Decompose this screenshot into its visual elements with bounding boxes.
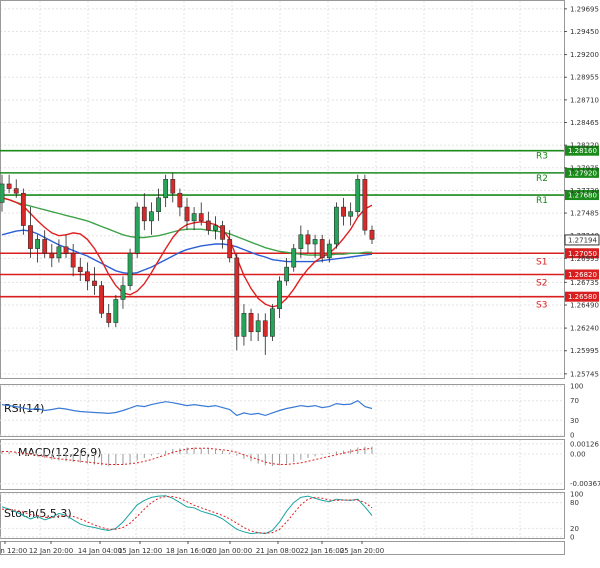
candle [241,304,247,346]
candle [20,188,26,235]
candle [99,280,104,318]
candle [56,239,62,263]
candle [49,244,55,268]
stoch-tick-label: 0 [570,534,574,542]
candle [120,276,126,309]
candle [70,244,76,277]
candle [85,262,90,291]
candle [156,188,161,221]
candle [255,313,261,342]
macd-label: MACD(12,26,9) [18,446,102,459]
price-tick-label: 1.26240 [570,325,599,333]
candle [163,174,169,208]
rsi-tick-label: 30 [570,417,579,425]
candle [334,202,339,249]
price-tick-label: 1.27975 [570,164,599,172]
candle [149,202,154,235]
price-tick-label: 1.28465 [570,119,599,127]
candlesticks [0,172,375,355]
level-name: R3 [536,152,548,162]
price-tick-label: 1.25995 [570,347,599,355]
current-price-label: 1.27194 [568,236,597,244]
candle [134,202,140,258]
time-tick-label: 20 Jan 00:00 [208,547,252,555]
rsi-tick-label: 70 [570,397,579,405]
level-value-label: 1.26820 [568,271,597,279]
level-name: R1 [536,196,548,206]
candle [234,253,240,351]
time-tick-label: 18 Jan 16:00 [166,547,210,555]
stoch-tick-label: 20 [570,525,579,533]
price-panel-frame [0,0,565,379]
candle [141,193,147,231]
candle [127,248,133,291]
price-tick-label: 1.26995 [570,255,599,263]
level-name: R2 [536,174,548,184]
candle [6,174,12,194]
candle [305,230,311,254]
rsi-line [1,399,373,417]
macd-tick-label: -0.00367 [570,480,600,488]
stoch-panel-frame [0,492,565,539]
time-tick-label: 14 Jan 04:00 [78,547,122,555]
price-tick-label: 1.25745 [570,370,599,378]
candle [205,211,211,235]
trading-chart: R31.28160R21.27920R11.27680S11.27050S21.… [0,0,600,555]
macd-panel: MACD(12,26,9) 0.00126 0.00 -0.00367 [0,440,600,488]
price-tick-label: 1.28710 [570,96,599,104]
candle [92,267,97,295]
candle [341,197,346,226]
macd-tick-label: 0.00126 [570,440,599,448]
time-axis: 11 Jan 12:0012 Jan 20:00 14 Jan 04:0015 J… [0,541,384,555]
candle [177,188,183,217]
candle [262,313,268,355]
pivot-levels: R31.28160R21.27920R11.27680S11.27050S21.… [0,145,599,311]
time-tick-label: 22 Jan 16:00 [300,547,344,555]
candle [170,172,176,203]
price-tick-label: 1.26490 [570,302,599,310]
candle [277,276,282,318]
time-tick-label: 12 Jan 20:00 [29,547,73,555]
candle [191,207,197,231]
price-tick-label: 1.29200 [570,51,599,59]
rsi-tick-label: 0 [570,432,574,440]
price-tick-label: 1.28955 [570,74,599,82]
rsi-tick-label: 100 [570,383,583,391]
candle [248,308,254,342]
level-value-label: 1.26580 [568,293,597,301]
price-tick-label: 1.29450 [570,28,599,36]
stoch-tick-label: 80 [570,499,579,507]
candle [113,294,119,328]
candle [362,174,368,235]
candle [63,234,69,258]
stoch-label: Stoch(5,5,3) [4,507,72,520]
price-tick-label: 1.29695 [570,5,599,13]
price-tick-label: 1.28220 [570,142,599,150]
level-name: S3 [536,301,547,311]
time-tick-label: 21 Jan 08:00 [256,547,300,555]
candle [106,304,112,328]
time-tick-label: 25 Jan 20:00 [340,547,384,555]
candle [270,304,275,342]
macd-tick-label: 0.00 [570,450,586,458]
time-tick-label: 11 Jan 12:00 [0,547,27,555]
candle [348,202,354,226]
candle [77,257,83,281]
stoch-tick-label: 100 [570,491,583,499]
price-tick-label: 1.27485 [570,210,599,218]
price-axis: 1.29695 1.29450 1.29200 1.28955 1.28710 1.284… [564,5,600,378]
candle [369,225,375,245]
candle [291,244,297,272]
level-name: S1 [536,257,547,267]
time-tick-label: 15 Jan 12:00 [118,547,162,555]
price-tick-label: 1.26735 [570,279,599,287]
level-name: S2 [536,279,547,289]
price-tick-label: 1.27730 [570,187,599,195]
rsi-panel-frame [0,384,565,437]
candle [355,174,361,217]
